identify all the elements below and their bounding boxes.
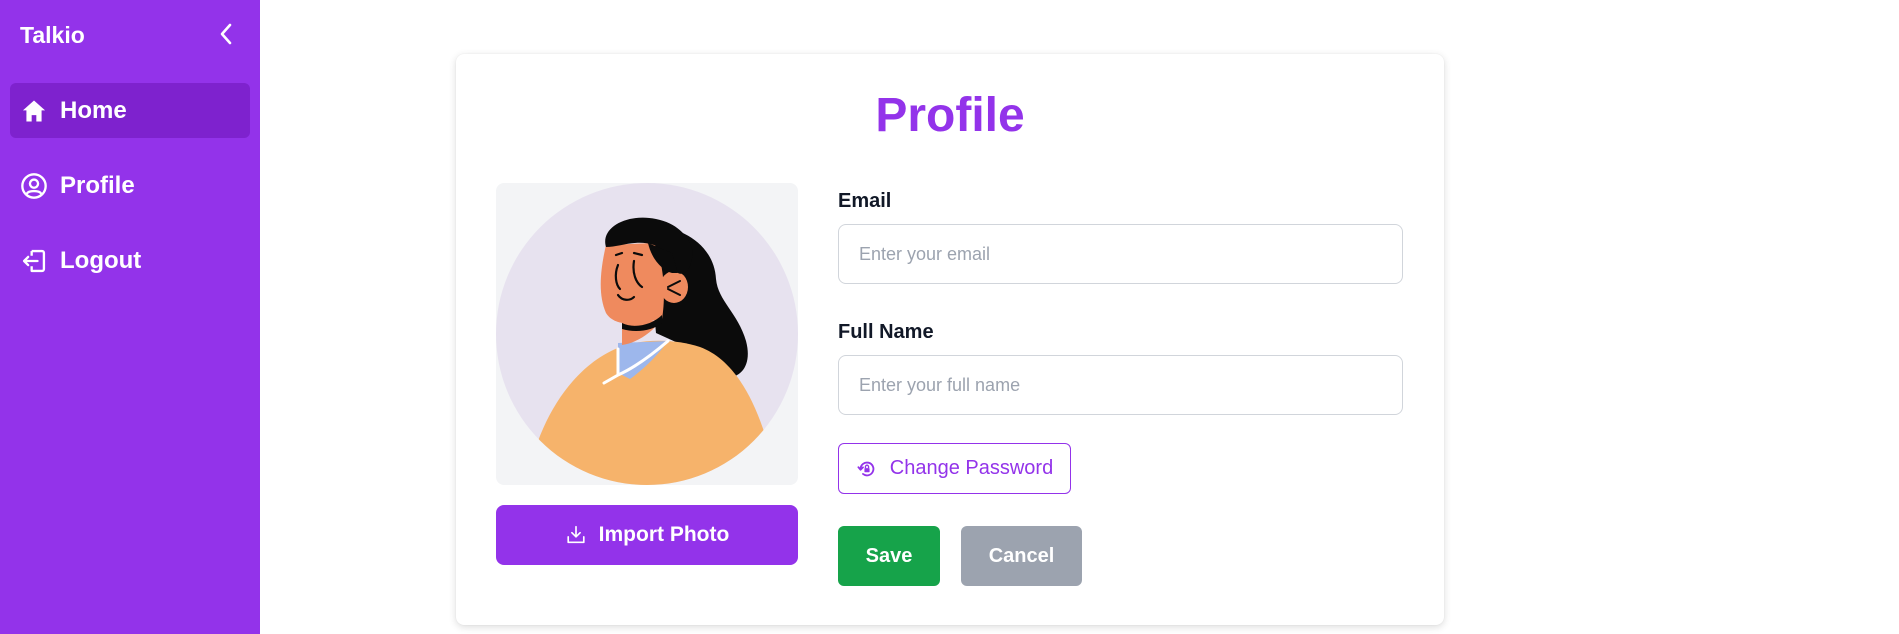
lock-reset-icon — [856, 458, 878, 480]
sidebar-item-label: Profile — [60, 171, 135, 199]
import-photo-label: Import Photo — [598, 523, 730, 546]
sidebar-item-logout[interactable]: Logout — [10, 233, 250, 288]
sidebar-item-label: Home — [60, 96, 127, 124]
app-brand: Talkio — [20, 22, 85, 48]
email-label: Email — [838, 190, 892, 212]
email-field[interactable] — [838, 224, 1403, 284]
cancel-button[interactable]: Cancel — [961, 526, 1082, 586]
user-circle-icon — [20, 172, 48, 200]
sidebar-item-profile[interactable]: Profile — [10, 158, 250, 213]
chevron-left-icon — [220, 23, 232, 45]
sidebar: Talkio Home Profile Logout — [0, 0, 260, 634]
avatar — [496, 183, 798, 485]
download-icon — [565, 524, 587, 546]
page-title: Profile — [875, 89, 1025, 142]
change-password-button[interactable]: Change Password — [838, 443, 1071, 494]
logout-icon — [20, 247, 48, 275]
sidebar-item-label: Logout — [60, 246, 142, 274]
home-icon — [20, 97, 48, 125]
change-password-label: Change Password — [889, 457, 1054, 479]
full-name-label: Full Name — [838, 321, 934, 343]
save-button[interactable]: Save — [838, 526, 940, 586]
profile-card: Profile Import Photo Email Enter your em… — [456, 54, 1444, 625]
avatar-illustration — [496, 183, 798, 485]
full-name-field[interactable] — [838, 355, 1403, 415]
import-photo-button[interactable]: Import Photo — [496, 505, 798, 565]
collapse-sidebar-button[interactable] — [214, 20, 238, 48]
sidebar-item-home[interactable]: Home — [10, 83, 250, 138]
